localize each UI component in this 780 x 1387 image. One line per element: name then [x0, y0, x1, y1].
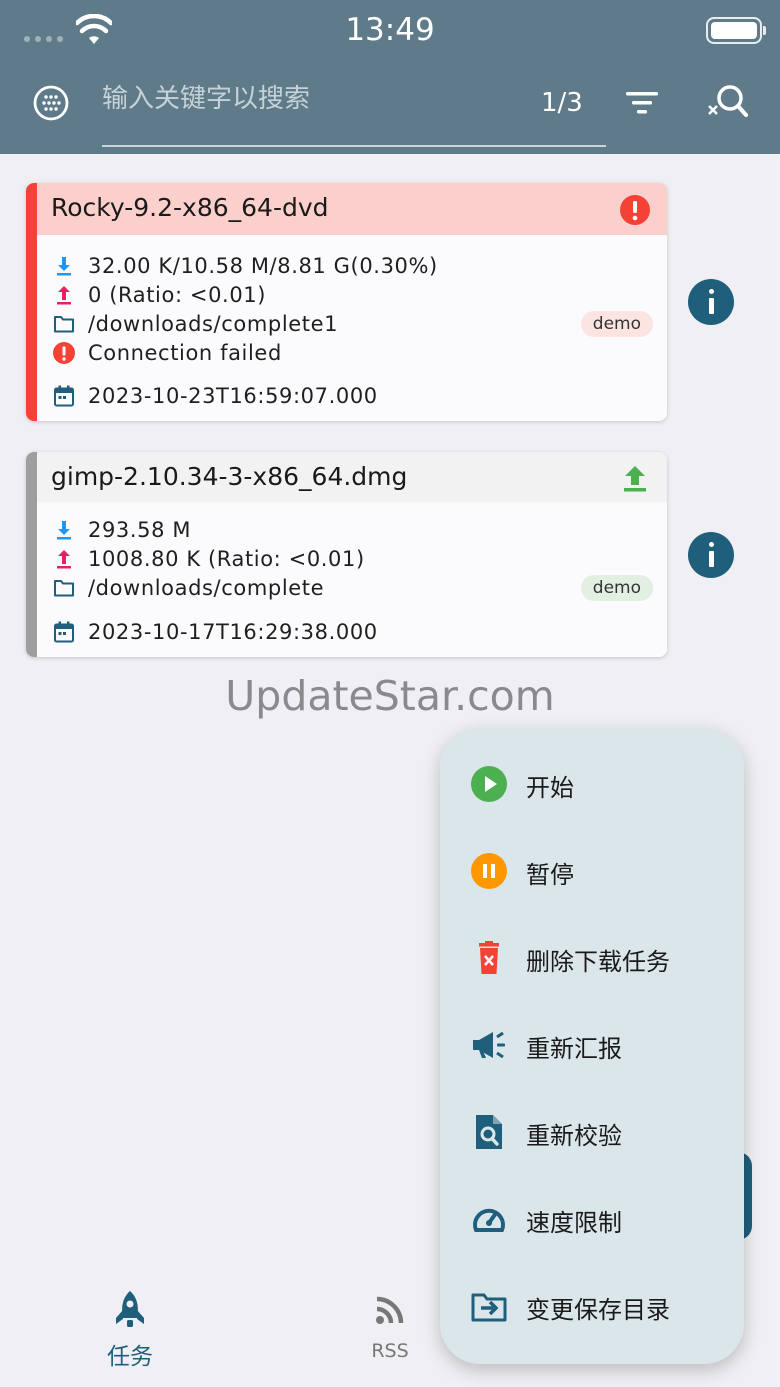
- folder-icon: [54, 580, 74, 597]
- download-icon: [57, 521, 71, 540]
- torrent-title-row: gimp-2.10.34-3-x86_64.dmg: [37, 452, 667, 502]
- error-row: Connection failed: [52, 339, 282, 367]
- play-icon: [471, 766, 507, 802]
- rocket-icon: [116, 1291, 144, 1327]
- upload-icon: [57, 550, 71, 569]
- error-message: Connection failed: [88, 341, 282, 365]
- upload-icon: [624, 466, 646, 492]
- download-row: 32.00 K/10.58 M/8.81 G(0.30%): [52, 252, 438, 280]
- menu-item-label: 开始: [526, 774, 574, 802]
- nav-tab-tasks-label: 任务: [107, 1344, 153, 1370]
- torrent-name: gimp-2.10.34-3-x86_64.dmg: [51, 462, 408, 491]
- search-input[interactable]: [102, 76, 522, 122]
- clear-search-icon[interactable]: [706, 82, 748, 122]
- megaphone-icon: [473, 1031, 505, 1059]
- watermark: UpdateStar.com: [225, 672, 555, 720]
- nav-tab-rss[interactable]: RSS: [350, 1292, 430, 1372]
- file-search-icon: [476, 1115, 502, 1149]
- date-row: 2023-10-23T16:59:07.000: [52, 382, 378, 410]
- menu-item-label: 重新校验: [526, 1122, 622, 1150]
- folder-move-icon: [471, 1293, 507, 1322]
- torrent-card[interactable]: Rocky-9.2-x86_64-dvd 32.00 K/10.58 M/8.8…: [26, 183, 667, 421]
- download-stats: 32.00 K/10.58 M/8.81 G(0.30%): [88, 254, 438, 278]
- save-path: /downloads/complete: [88, 576, 325, 600]
- tag-badge: demo: [580, 575, 653, 601]
- error-icon: [53, 342, 75, 364]
- info-icon[interactable]: [688, 279, 734, 325]
- info-icon[interactable]: [688, 532, 734, 578]
- status-accent-bar: [26, 183, 37, 421]
- menu-item-delete[interactable]: 删除下载任务: [440, 922, 744, 992]
- menu-item-recheck[interactable]: 重新校验: [440, 1096, 744, 1166]
- upload-icon: [57, 286, 71, 305]
- menu-item-reannounce[interactable]: 重新汇报: [440, 1009, 744, 1079]
- action-menu: 开始 暂停 删除下载任务 重新汇报 重新校验 速度限制 变更保存目录: [440, 728, 744, 1364]
- date-row: 2023-10-17T16:29:38.000: [52, 618, 378, 646]
- search-underline: [102, 145, 606, 147]
- save-path: /downloads/complete1: [88, 312, 339, 336]
- torrent-title-row: Rocky-9.2-x86_64-dvd: [37, 183, 667, 235]
- trash-icon: [479, 941, 499, 974]
- status-time: 13:49: [345, 12, 435, 48]
- added-date: 2023-10-17T16:29:38.000: [88, 620, 378, 644]
- calendar-icon: [54, 621, 74, 643]
- torrent-name: Rocky-9.2-x86_64-dvd: [51, 193, 329, 222]
- battery-icon: [706, 17, 762, 44]
- calendar-icon: [54, 385, 74, 407]
- upload-stats: 0 (Ratio: <0.01): [88, 283, 267, 307]
- menu-item-pause[interactable]: 暂停: [440, 835, 744, 905]
- menu-item-label: 重新汇报: [526, 1035, 622, 1063]
- path-row: /downloads/complete1: [52, 310, 338, 338]
- torrent-card[interactable]: gimp-2.10.34-3-x86_64.dmg 293.58 M 1008.…: [26, 452, 667, 657]
- menu-item-start[interactable]: 开始: [440, 748, 744, 818]
- menu-item-label: 删除下载任务: [526, 948, 670, 976]
- path-row: /downloads/complete: [52, 574, 324, 602]
- battery-tip: [763, 26, 766, 35]
- menu-item-speed-limit[interactable]: 速度限制: [440, 1183, 744, 1253]
- upload-row: 0 (Ratio: <0.01): [52, 281, 266, 309]
- status-accent-bar: [26, 452, 37, 657]
- folder-icon: [54, 316, 74, 333]
- menu-item-label: 变更保存目录: [526, 1296, 670, 1324]
- added-date: 2023-10-23T16:59:07.000: [88, 384, 378, 408]
- error-icon: [620, 195, 650, 225]
- nav-tab-tasks[interactable]: 任务: [88, 1290, 172, 1370]
- pause-icon: [471, 853, 507, 889]
- upload-stats: 1008.80 K (Ratio: <0.01): [88, 547, 365, 571]
- tag-badge: demo: [580, 311, 653, 337]
- menu-item-change-save-dir[interactable]: 变更保存目录: [440, 1270, 744, 1340]
- filter-icon[interactable]: [624, 88, 660, 118]
- download-row: 293.58 M: [52, 516, 191, 544]
- download-stats: 293.58 M: [88, 518, 192, 542]
- menu-item-label: 速度限制: [526, 1209, 622, 1237]
- nav-tab-rss-label: RSS: [371, 1340, 409, 1362]
- page-indicator: 1/3: [541, 88, 583, 118]
- rss-icon: [376, 1296, 404, 1324]
- app-header: 13:49 1/3: [0, 0, 780, 154]
- download-icon: [57, 257, 71, 276]
- upload-row: 1008.80 K (Ratio: <0.01): [52, 545, 365, 573]
- status-bar: 13:49: [0, 0, 780, 64]
- menu-item-label: 暂停: [526, 861, 574, 889]
- globe-icon[interactable]: [32, 84, 70, 122]
- speedometer-icon: [473, 1208, 505, 1232]
